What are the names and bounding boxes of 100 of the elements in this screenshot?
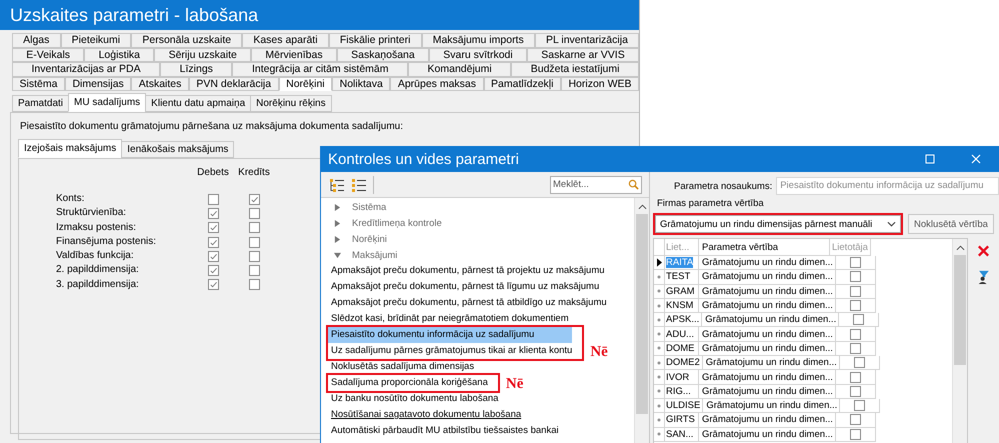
tree-item[interactable]: Sadalījuma proporcionāla koriģēšana — [328, 375, 488, 391]
tree-item[interactable]: Noklusētās sadalījuma dimensijas — [321, 359, 634, 375]
tree-item[interactable]: Automātiski pārbaudīt MU atbilstību tiešsaistes bankai — [321, 423, 634, 439]
tab[interactable]: Loģistika — [84, 48, 154, 62]
maximize-icon[interactable] — [925, 154, 935, 164]
tab[interactable]: Horizon WEB — [560, 76, 639, 91]
checkbox[interactable] — [850, 372, 861, 383]
scroll-up-icon[interactable] — [638, 204, 646, 210]
checkbox[interactable] — [208, 265, 218, 276]
list-icon[interactable] — [351, 176, 367, 192]
checkbox[interactable] — [850, 271, 861, 282]
table-cell: TEST — [666, 271, 690, 282]
scrollbar[interactable] — [952, 239, 967, 443]
tree-category[interactable]: Maksājumi — [352, 250, 398, 260]
checkbox[interactable] — [854, 357, 865, 368]
tab[interactable]: Dimensijas — [64, 76, 132, 91]
checkbox[interactable] — [248, 222, 260, 234]
tab[interactable]: Pamatlīdzekļi — [484, 76, 561, 91]
tab[interactable]: Komandējumi — [408, 62, 512, 76]
checkbox[interactable] — [854, 400, 866, 412]
tab[interactable]: Pamatdati — [12, 95, 70, 112]
tab[interactable]: Maksājumu imports — [422, 33, 535, 48]
checkbox[interactable] — [208, 208, 218, 219]
checkbox[interactable] — [208, 236, 218, 248]
tab[interactable]: Norēķinu rēķins — [250, 95, 332, 112]
table-cell: ULDISE — [666, 400, 700, 412]
checkbox[interactable] — [850, 386, 861, 397]
tree-item[interactable]: Apmaksājot preču dokumentu, pārnest tā līgumu uz maksājumu — [321, 279, 634, 295]
tab[interactable]: Izejošais maksājums — [18, 139, 122, 158]
default-value-button[interactable]: Noklusētā vērtība — [908, 214, 994, 234]
checkbox[interactable] — [208, 279, 218, 290]
tab[interactable]: Sēriju uzskaite — [154, 48, 252, 62]
expand-arrow-icon[interactable] — [334, 204, 341, 210]
tree-category[interactable]: Kredītlimeņa kontrole — [352, 218, 442, 228]
delete-icon[interactable] — [976, 244, 990, 258]
collapse-arrow-icon[interactable] — [334, 252, 341, 258]
expand-arrow-icon[interactable] — [334, 236, 341, 242]
tab[interactable]: Mērvienības — [251, 48, 337, 62]
value-dropdown[interactable]: Grāmatojumu un rindu dimensijas pārnest manuāli — [655, 215, 901, 233]
tab[interactable]: Klientu datu apmaiņa — [145, 95, 252, 112]
checkbox[interactable] — [850, 257, 861, 268]
tree-list-icon[interactable] — [329, 176, 345, 192]
user-filter-icon[interactable] — [976, 270, 990, 284]
scrollbar-thumb[interactable] — [636, 214, 648, 414]
checkbox[interactable] — [208, 222, 218, 234]
field-label: Parametra nosaukums: — [674, 180, 772, 192]
tree-item[interactable]: Slēdzot kasi, brīdināt par neiegrāmatotiem dokumentiem — [321, 311, 634, 327]
tab[interactable]: Fiskālie printeri — [328, 33, 422, 48]
scroll-up-icon[interactable] — [956, 245, 964, 251]
tab[interactable]: Budžeta iestatījumi — [511, 62, 639, 76]
tab[interactable]: Aprūpes maksas — [390, 76, 484, 91]
checkbox[interactable] — [248, 250, 260, 262]
tree-item[interactable]: Uz sadalījumu pārnes grāmatojumus tikai ar klienta kontu — [328, 343, 572, 359]
checkbox[interactable] — [248, 265, 260, 276]
tab[interactable]: PVN deklarācija — [188, 76, 279, 91]
checkbox[interactable] — [248, 208, 260, 219]
checkbox[interactable] — [850, 286, 861, 297]
checkbox[interactable] — [208, 250, 218, 262]
checkbox[interactable] — [208, 194, 218, 205]
checkbox[interactable] — [248, 236, 260, 248]
checkbox[interactable] — [248, 194, 260, 205]
column-header[interactable]: Parametra vērtība — [699, 239, 830, 256]
checkbox[interactable] — [853, 314, 864, 326]
checkbox[interactable] — [850, 414, 861, 426]
search-field[interactable]: Meklēt... — [550, 176, 642, 194]
scrollbar-thumb[interactable] — [954, 255, 966, 365]
close-icon[interactable] — [971, 154, 981, 164]
tab[interactable]: Svaru svītrkodi — [429, 48, 527, 62]
tab[interactable]: Saskarne ar VVIS — [527, 48, 639, 62]
tab[interactable]: E-Veikals — [12, 48, 84, 62]
checkbox[interactable] — [850, 328, 861, 340]
tab[interactable]: Inventarizācijas ar PDA — [12, 62, 160, 76]
tree-item[interactable]: Piesaistīto dokumentu informācija uz sadalījumu — [328, 327, 572, 343]
tab[interactable]: Sistēma — [12, 76, 65, 91]
expand-arrow-icon[interactable] — [334, 220, 341, 226]
tab[interactable]: Algas — [12, 33, 61, 48]
tab[interactable]: Kases aparāti — [242, 33, 329, 48]
tab[interactable]: Personāla uzskaite — [131, 33, 242, 48]
scrollbar[interactable] — [634, 198, 649, 443]
tree-item[interactable]: Apmaksājot preču dokumentu, pārnest tā atbildīgo uz maksājumu — [321, 295, 634, 311]
tree-category[interactable]: Sistēma — [352, 202, 386, 212]
tab[interactable]: Noliktava — [332, 76, 390, 91]
tab[interactable]: MU sadalījums — [68, 93, 146, 112]
tab[interactable]: Atskaites — [131, 76, 189, 91]
tree-item[interactable]: Apmaksājot preču dokumentu, pārnest tā projektu uz maksājumu — [321, 263, 634, 279]
checkbox[interactable] — [850, 342, 861, 354]
checkbox[interactable] — [850, 300, 861, 312]
tab[interactable]: Integrācija ar citām sistēmām — [232, 62, 408, 76]
window-title: Kontroles un vides parametri — [328, 150, 520, 168]
tab[interactable]: Pieteikumi — [60, 33, 132, 48]
tree-item[interactable]: Uz banku nosūtīto dokumentu labošana — [321, 391, 634, 407]
tab[interactable]: PL inventarizācija — [534, 33, 640, 48]
tree-category[interactable]: Norēķini — [352, 234, 387, 244]
tab[interactable]: Norēķini — [278, 76, 332, 91]
tab[interactable]: Ienākošais maksājums — [121, 141, 234, 158]
checkbox[interactable] — [248, 279, 260, 290]
tab[interactable]: Saskaņošana — [336, 48, 430, 62]
tree-item[interactable]: Nosūtīšanai sagatavoto dokumentu labošana — [321, 407, 634, 423]
tab[interactable]: Līzings — [160, 62, 232, 76]
checkbox[interactable] — [850, 428, 861, 440]
